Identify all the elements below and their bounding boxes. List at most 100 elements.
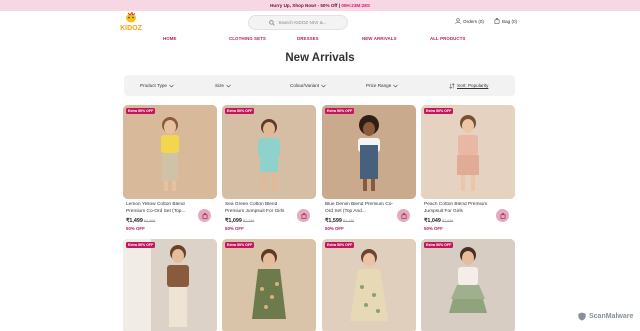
product-image[interactable]: Extra 50% OFF — [322, 239, 416, 331]
discount-text: 50% OFF — [225, 226, 244, 231]
discount-badge: Extra 50% OFF — [424, 242, 454, 248]
chevron-down-icon — [393, 84, 399, 87]
shield-icon — [578, 312, 586, 321]
discount-text: 50% OFF — [126, 226, 145, 231]
bag-icon — [301, 212, 306, 219]
child-photo — [421, 239, 515, 331]
sort-icon — [449, 82, 455, 89]
mrp-price: ₹2,999 — [143, 219, 156, 223]
child-photo — [222, 105, 316, 199]
discount-badge: Extra 50% OFF — [424, 108, 454, 114]
product-image[interactable]: Extra 50% OFF — [421, 105, 515, 199]
mrp-price: ₹3,199 — [342, 219, 355, 223]
nav-dresses[interactable]: DRESSES — [297, 36, 319, 41]
product-price: ₹1,049₹2,099 — [424, 218, 453, 224]
child-photo — [123, 105, 217, 199]
filter-colour[interactable]: Colour/Variant — [290, 75, 326, 96]
orders-link[interactable]: Orders (0) — [455, 18, 484, 24]
chevron-down-icon — [169, 84, 174, 87]
child-photo — [322, 105, 416, 199]
product-card[interactable]: Extra 50% OFF — [322, 239, 416, 331]
add-to-bag-button[interactable] — [397, 209, 410, 222]
product-card[interactable]: Extra 50% OFF — [123, 239, 217, 331]
promo-timer: 00H:23M:28S — [341, 3, 370, 8]
product-card[interactable]: Extra 50% OFF Lemon Yellow Cotton Blend … — [123, 105, 217, 235]
search-bar[interactable]: Search KIDOZ NIVI &... — [248, 15, 348, 30]
discount-badge: Extra 50% OFF — [126, 242, 156, 248]
product-name[interactable]: Peach Cotton Blend Premium Jumpsuit For … — [424, 202, 494, 215]
mrp-price: ₹2,099 — [441, 219, 454, 223]
filter-price-label: Price Range — [366, 83, 392, 88]
product-price: ₹1,099₹2,199 — [225, 218, 254, 224]
nav-new-arrivals[interactable]: NEW ARRIVALS — [362, 36, 397, 41]
bag-link[interactable]: Bag (0) — [494, 18, 517, 24]
sort-label: Sort: Popularity — [457, 83, 489, 88]
sort-control[interactable]: Sort: Popularity — [449, 75, 488, 96]
promo-text: Hurry Up, Shop Now! - 50% Off — [270, 3, 338, 8]
sale-price: ₹1,049 — [424, 218, 441, 224]
filter-bar: Product Type Size Colour/Variant Price R… — [124, 75, 515, 96]
sale-price: ₹1,599 — [325, 218, 342, 224]
product-card[interactable]: Extra 50% OFF Blue Denim Blend Premium C… — [322, 105, 416, 235]
discount-badge: Extra 50% OFF — [325, 108, 355, 114]
kidoz-logo[interactable]: KIDOZ — [118, 11, 144, 34]
nav-clothing-sets[interactable]: CLOTHING SETS — [229, 36, 266, 41]
bag-icon — [202, 212, 207, 219]
product-image[interactable]: Extra 50% OFF — [123, 105, 217, 199]
filter-product-type-label: Product Type — [140, 83, 167, 88]
add-to-bag-button[interactable] — [198, 209, 211, 222]
add-to-bag-button[interactable] — [297, 209, 310, 222]
product-name[interactable]: Blue Denim Blend Premium Co-Ord Set (Top… — [325, 202, 395, 215]
mrp-price: ₹2,199 — [242, 219, 255, 223]
discount-text: 50% OFF — [424, 226, 443, 231]
chevron-down-icon — [321, 84, 326, 87]
bag-icon — [494, 18, 500, 24]
discount-badge: Extra 50% OFF — [126, 108, 156, 114]
nav-home[interactable]: HOME — [163, 36, 177, 41]
chevron-down-icon — [226, 84, 231, 87]
product-image[interactable]: Extra 50% OFF — [222, 105, 316, 199]
product-image[interactable]: Extra 50% OFF — [123, 239, 217, 331]
bag-icon — [401, 212, 406, 219]
nav-all-products[interactable]: ALL PRODUCTS — [430, 36, 466, 41]
product-card[interactable]: Extra 50% OFF Peach Cotton Blend Premium… — [421, 105, 515, 235]
child-photo — [421, 105, 515, 199]
sale-price: ₹1,499 — [126, 218, 143, 224]
site-header: KIDOZ Search KIDOZ NIVI &... Orders (0) … — [0, 11, 640, 35]
product-name[interactable]: Lemon Yellow Cotton Blend Premium Co-Ord… — [126, 202, 196, 215]
product-image[interactable]: Extra 50% OFF — [222, 239, 316, 331]
main-nav: HOME CLOTHING SETS DRESSES NEW ARRIVALS … — [0, 36, 640, 44]
product-image[interactable]: Extra 50% OFF — [322, 105, 416, 199]
discount-badge: Extra 50% OFF — [225, 242, 255, 248]
promo-bar: Hurry Up, Shop Now! - 50% Off | 00H:23M:… — [0, 0, 640, 11]
sale-price: ₹1,099 — [225, 218, 242, 224]
search-icon — [269, 19, 276, 26]
watermark-text: ScanMalware — [589, 313, 634, 320]
bag-label: Bag (0) — [502, 18, 518, 24]
discount-text: 50% OFF — [325, 226, 344, 231]
page-title: New Arrivals — [285, 52, 355, 64]
product-card[interactable]: Extra 50% OFF — [421, 239, 515, 331]
product-card[interactable]: Extra 50% OFF Sea Green Cotton Blend Pre… — [222, 105, 316, 235]
child-photo — [222, 239, 316, 331]
child-photo — [123, 239, 217, 331]
filter-price[interactable]: Price Range — [366, 75, 399, 96]
product-card[interactable]: Extra 50% OFF — [222, 239, 316, 331]
orders-label: Orders (0) — [463, 18, 484, 24]
filter-size[interactable]: Size — [215, 75, 231, 96]
child-photo — [322, 239, 416, 331]
user-icon — [455, 18, 461, 24]
product-price: ₹1,499₹2,999 — [126, 218, 155, 224]
watermark: ScanMalware — [578, 312, 633, 321]
search-input[interactable]: Search KIDOZ NIVI &... — [278, 20, 326, 25]
bag-icon — [500, 212, 505, 219]
filter-colour-label: Colour/Variant — [290, 83, 320, 88]
filter-product-type[interactable]: Product Type — [140, 75, 174, 96]
product-image[interactable]: Extra 50% OFF — [421, 239, 515, 331]
logo-text: KIDOZ — [120, 25, 143, 32]
product-name[interactable]: Sea Green Cotton Blend Premium Jumpsuit … — [225, 202, 295, 215]
filter-size-label: Size — [215, 83, 224, 88]
discount-badge: Extra 50% OFF — [225, 108, 255, 114]
discount-badge: Extra 50% OFF — [325, 242, 355, 248]
add-to-bag-button[interactable] — [496, 209, 509, 222]
